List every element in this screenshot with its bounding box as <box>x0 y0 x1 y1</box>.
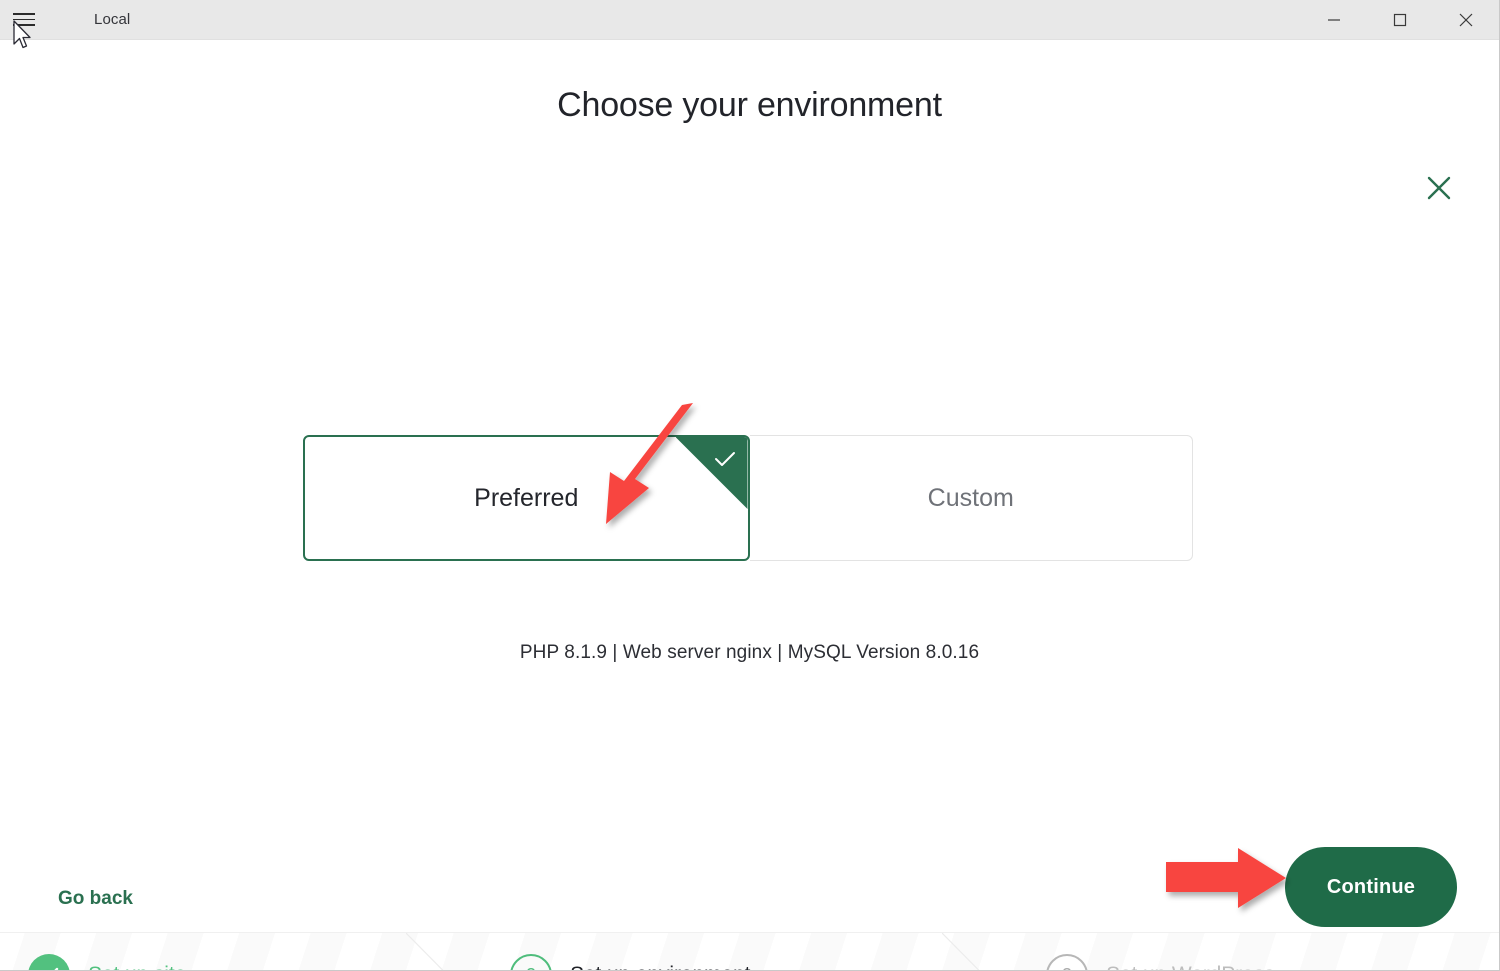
hamburger-line <box>13 18 35 21</box>
page-title: Choose your environment <box>557 86 942 124</box>
step-label: Set up environment <box>570 963 750 970</box>
setup-steps-footer: Set up site 2 Set up environment 3 Set u… <box>0 932 1499 970</box>
selected-corner-badge <box>675 437 748 509</box>
step-label: Set up WordPress <box>1106 963 1275 970</box>
step-item-setup-environment[interactable]: 2 Set up environment <box>450 933 986 970</box>
close-wizard-button[interactable] <box>1421 170 1457 206</box>
step-item-setup-wordpress[interactable]: 3 Set up WordPress <box>986 933 1499 970</box>
maximize-icon <box>1393 13 1407 27</box>
step-indicator-active: 2 <box>510 954 552 970</box>
check-icon <box>714 452 735 466</box>
maximize-button[interactable] <box>1367 0 1433 40</box>
environment-option-preferred[interactable]: Preferred <box>303 435 750 561</box>
minimize-icon <box>1328 19 1340 21</box>
main-content: Choose your environment Preferred Custom… <box>0 86 1499 932</box>
app-title: Local <box>94 11 131 28</box>
window-close-button[interactable] <box>1433 0 1499 40</box>
environment-option-label: Preferred <box>474 483 579 512</box>
hamburger-line <box>13 24 35 26</box>
environment-option-label: Custom <box>927 483 1014 512</box>
go-back-link[interactable]: Go back <box>58 888 133 910</box>
environment-specs: PHP 8.1.9 | Web server nginx | MySQL Ver… <box>519 642 980 663</box>
app-window: Local Choose your environment Preferred … <box>0 0 1500 971</box>
minimize-button[interactable] <box>1301 0 1367 40</box>
continue-button[interactable]: Continue <box>1285 847 1457 927</box>
step-label: Set up site <box>88 963 186 970</box>
hamburger-menu-icon[interactable] <box>0 0 46 40</box>
check-icon <box>54 967 59 970</box>
hamburger-line <box>13 13 35 15</box>
close-icon <box>1427 176 1451 200</box>
window-controls <box>1301 0 1499 40</box>
step-item-setup-site[interactable]: Set up site <box>0 933 450 970</box>
close-icon <box>1459 13 1473 27</box>
title-bar: Local <box>0 0 1499 40</box>
arrow-to-continue-button-annotation <box>1166 848 1286 908</box>
environment-selector: Preferred Custom <box>303 435 1193 561</box>
step-indicator-todo: 3 <box>1046 954 1088 970</box>
step-indicator-done <box>28 954 70 970</box>
environment-option-custom[interactable]: Custom <box>749 435 1193 561</box>
